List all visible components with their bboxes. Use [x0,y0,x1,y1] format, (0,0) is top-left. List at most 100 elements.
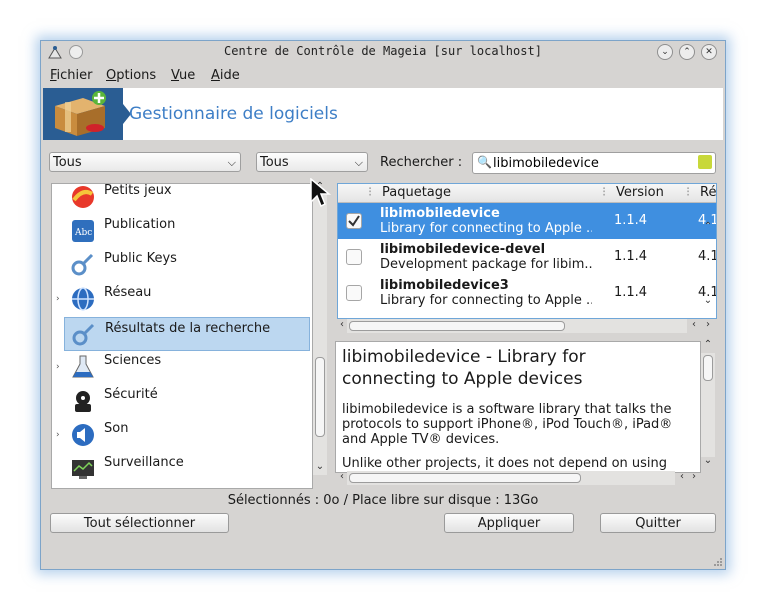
title-bar[interactable]: Centre de Contrôle de Mageia [sur localh… [41,41,725,63]
category-label: Résultats de la recherche [105,321,271,336]
package-table-header: ⁝ Paquetage ⁝ Version ⁝ Ré [338,184,716,203]
column-release[interactable]: Ré [700,185,716,200]
tree-scroll-down-arrow[interactable]: ⌄ [313,461,327,472]
category-item-sciences[interactable]: › Sciences [52,350,312,384]
package-summary: Development package for libim... [380,257,592,272]
search-label: Rechercher : [380,155,463,170]
expand-arrow-icon[interactable]: › [56,294,60,304]
description-vscrollbar[interactable] [701,353,715,457]
package-list-scroll-up-arrow[interactable]: ⌃ [701,221,715,232]
menu-aide[interactable]: Aide [211,68,240,83]
category-item-son[interactable]: › Son [52,418,312,452]
category-item-publication[interactable]: Abc Publication [52,214,312,248]
category-label: Petits jeux [104,183,172,198]
status-filter-select[interactable]: Tous ⌵ [256,152,368,172]
checkmark-icon [348,215,360,227]
menu-bar: Fichier Options Vue Aide [41,65,725,87]
menu-vue-mnemonic: V [171,68,180,83]
clear-search-icon[interactable] [698,155,712,169]
category-label: Sciences [104,353,162,368]
description-hscrollbar[interactable] [347,471,675,485]
chevron-down-icon: ⌵ [354,156,363,169]
apply-button[interactable]: Appliquer [444,513,574,533]
menu-options-mnemonic: O [106,68,117,83]
search-field[interactable]: 🔍 [472,152,716,174]
description-body: libimobiledevice is a software library t… [342,402,682,472]
menu-aide-label: ide [219,68,240,83]
tree-scrollbar[interactable] [313,195,327,475]
package-version: 1.1.4 [614,213,648,228]
category-item-reseau[interactable]: › Réseau [52,282,312,316]
category-label: Publication [104,217,176,232]
software-manager-logo [43,88,123,140]
app-window: Centre de Contrôle de Mageia [sur localh… [40,40,726,570]
svg-text:Abc: Abc [74,228,92,238]
menu-options[interactable]: Options [106,68,156,83]
column-divider: ⁝ [602,185,607,200]
package-list-scroll-left-arrow-2[interactable]: ‹ [687,319,701,330]
expand-arrow-icon[interactable]: › [56,430,60,440]
mouse-cursor-icon [310,178,332,208]
category-item-surveillance[interactable]: Surveillance [52,452,312,486]
status-text: Sélectionnés : 0o / Place libre sur disq… [227,493,539,508]
sound-icon [72,424,94,446]
tree-scrollbar-thumb[interactable] [315,357,325,437]
column-version[interactable]: Version [616,185,664,200]
select-all-button[interactable]: Tout sélectionner [50,513,229,533]
category-item-securite[interactable]: Sécurité [52,384,312,418]
page-title: Gestionnaire de logiciels [129,104,338,124]
search-input[interactable] [493,154,689,172]
description-scroll-up-arrow[interactable]: ⌃ [701,339,715,350]
category-item-public-keys[interactable]: Public Keys [52,248,312,282]
column-divider: ⁝ [686,185,691,200]
package-name: libimobiledevice3 [380,278,509,293]
minimize-button[interactable]: ⌄ [657,44,673,60]
package-summary: Library for connecting to Apple ... [380,221,592,236]
menu-options-label: ptions [116,68,157,83]
category-label: Réseau [104,285,152,300]
package-table: ⁝ Paquetage ⁝ Version ⁝ Ré libimobiledev… [337,183,717,319]
package-summary: Library for connecting to Apple ... [380,293,592,308]
description-hscrollbar-thumb[interactable] [349,473,581,483]
description-title: libimobiledevice - Library for connectin… [342,347,586,389]
package-version: 1.1.4 [614,249,648,264]
menu-vue-label: ue [179,68,196,83]
quit-button[interactable]: Quitter [600,513,716,533]
description-vscrollbar-thumb[interactable] [703,355,713,381]
sciences-icon [72,355,94,378]
menu-fichier-label: ichier [56,68,93,83]
resize-grip-icon[interactable] [713,557,723,567]
package-row[interactable]: libimobiledevice-devel Development packa… [338,239,716,275]
package-checkbox[interactable] [346,249,362,265]
menu-fichier[interactable]: Fichier [50,68,93,83]
package-box-icon [55,91,106,136]
package-list-scroll-down-arrow[interactable]: ⌄ [701,295,715,306]
package-version: 1.1.4 [614,285,648,300]
maximize-button[interactable]: ⌃ [679,44,695,60]
menu-vue[interactable]: Vue [171,68,195,83]
search-results-icon [72,323,95,346]
package-checkbox[interactable] [346,213,362,229]
network-icon [72,287,94,311]
description-scroll-right-arrow[interactable]: › [687,471,701,482]
package-list-hscrollbar[interactable] [347,319,687,333]
publishing-icon: Abc [72,220,94,242]
package-name: libimobiledevice-devel [380,242,546,257]
package-row[interactable]: libimobiledevice Library for connecting … [338,203,716,239]
monitoring-icon [72,460,94,479]
column-package[interactable]: Paquetage [382,185,451,200]
package-row[interactable]: libimobiledevice3 Library for connecting… [338,275,716,311]
package-release: 4.1 [698,249,717,264]
category-item-resultats-recherche[interactable]: Résultats de la recherche [64,317,310,351]
package-checkbox[interactable] [346,285,362,301]
category-label: Son [104,421,129,436]
package-list-scroll-right-arrow[interactable]: › [701,319,715,330]
close-button[interactable]: ✕ [701,44,717,60]
expand-arrow-icon[interactable]: › [56,362,60,372]
package-list-hscrollbar-thumb[interactable] [349,321,565,331]
category-tree: Petits jeux Abc Publication Public Keys … [51,183,313,489]
type-filter-select[interactable]: Tous ⌵ [49,152,241,172]
menu-aide-mnemonic: A [211,68,220,83]
category-item-petits-jeux[interactable]: Petits jeux [52,183,312,214]
description-scroll-down-arrow[interactable]: ⌄ [701,455,715,466]
